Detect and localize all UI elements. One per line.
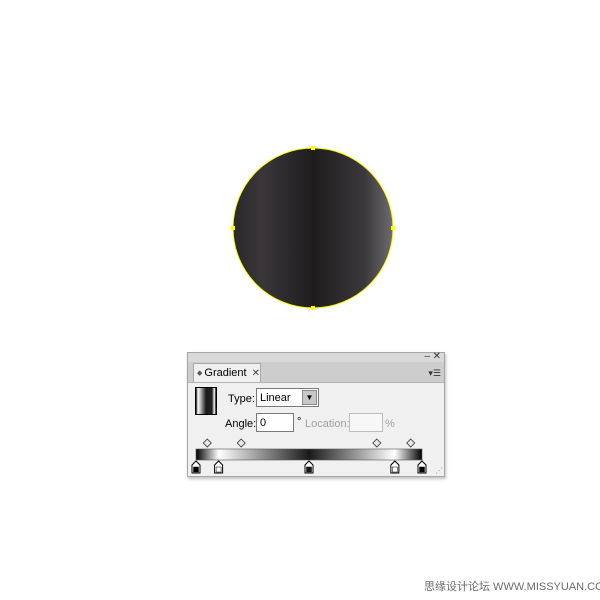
panel-tab-row: ◆ Gradient ✕ ▾☰ <box>188 362 444 383</box>
color-stop-3[interactable] <box>304 460 314 474</box>
gradient-thumbnail[interactable] <box>195 387 217 415</box>
artboard <box>231 146 395 310</box>
degree-symbol: ° <box>297 416 302 428</box>
type-dropdown[interactable]: Linear ▼ <box>256 388 319 407</box>
color-stop-1[interactable] <box>191 460 201 474</box>
location-input <box>349 413 383 432</box>
midpoint-diamond-4[interactable] <box>406 438 416 448</box>
tab-gradient[interactable]: ◆ Gradient ✕ <box>193 363 261 382</box>
panel-body: Type: Linear ▼ Angle: 0 ° Location: % ⋰ <box>188 383 444 476</box>
panel-menu-icon[interactable]: ▾☰ <box>428 368 441 379</box>
percent-symbol: % <box>385 418 395 430</box>
angle-value: 0 <box>260 417 267 429</box>
gradient-ramp[interactable] <box>195 448 423 461</box>
midpoint-diamond-2[interactable] <box>236 438 246 448</box>
type-label: Type: <box>228 393 255 405</box>
tab-label: Gradient <box>204 367 247 379</box>
midpoint-diamond-3[interactable] <box>372 438 382 448</box>
anchor-point-right[interactable] <box>391 226 395 230</box>
gradient-slider[interactable] <box>188 437 444 477</box>
color-stop-5[interactable] <box>417 460 427 474</box>
anchor-point-top[interactable] <box>311 146 315 150</box>
chevron-down-icon[interactable]: ▼ <box>302 390 317 405</box>
anchor-point-bottom[interactable] <box>311 306 315 310</box>
location-label: Location: <box>305 418 350 430</box>
close-panel-button[interactable]: ✕ <box>433 352 441 362</box>
minimize-button[interactable]: ‒ <box>424 352 430 362</box>
double-arrow-icon: ◆ <box>197 370 203 377</box>
panel-title-bar[interactable]: ‒ ✕ <box>188 352 444 362</box>
gradient-circle[interactable] <box>233 148 393 308</box>
gradient-panel: ‒ ✕ ◆ Gradient ✕ ▾☰ Type: Linear ▼ Angle… <box>187 352 445 477</box>
anchor-point-left[interactable] <box>231 226 235 230</box>
tab-close-icon[interactable]: ✕ <box>252 368 260 379</box>
type-dropdown-value: Linear <box>260 392 291 404</box>
angle-label: Angle: <box>225 418 257 430</box>
midpoint-diamond-1[interactable] <box>202 438 212 448</box>
color-stop-2[interactable] <box>214 460 224 474</box>
color-stop-4[interactable] <box>390 460 400 474</box>
watermark-text: 思缘设计论坛 WWW.MISSYUAN.COM <box>424 581 600 593</box>
angle-input[interactable]: 0 <box>256 413 294 432</box>
resize-grip-icon[interactable]: ⋰ <box>435 466 443 475</box>
